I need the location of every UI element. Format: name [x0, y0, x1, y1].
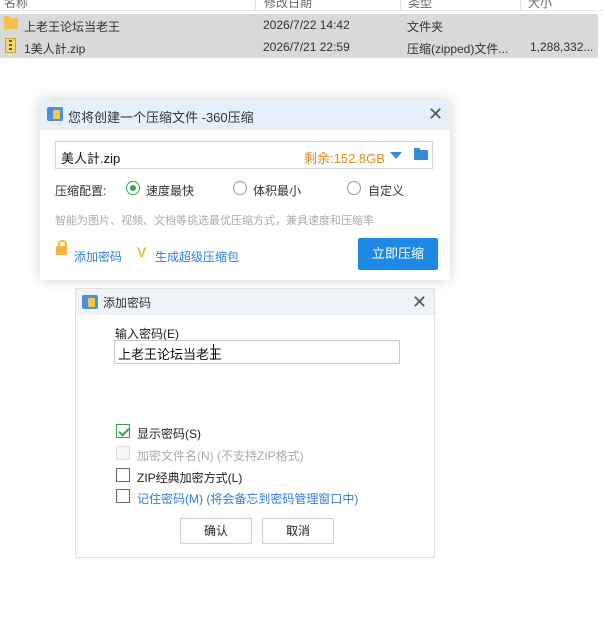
dropdown-arrow-icon[interactable]	[390, 152, 402, 159]
remaining-space: 剩余:152.8GB	[304, 151, 385, 166]
dialog-titlebar[interactable]: 您将创建一个压缩文件 -360压缩 ✕	[40, 100, 450, 130]
add-password-link[interactable]: 添加密码	[74, 248, 122, 265]
360-compress-app-icon	[47, 107, 63, 121]
password-input[interactable]: 上老王论坛当老王	[114, 340, 400, 364]
radio-smallest-label[interactable]: 体积最小	[253, 182, 301, 199]
dialog-titlebar[interactable]: 添加密码 ✕	[76, 289, 434, 315]
close-icon[interactable]: ✕	[428, 105, 443, 123]
ok-button[interactable]: 确认	[180, 518, 252, 544]
dialog-title: 您将创建一个压缩文件 -360压缩	[68, 110, 254, 125]
cancel-button[interactable]: 取消	[262, 518, 334, 544]
remember-password-checkbox[interactable]	[116, 489, 130, 503]
column-header-type[interactable]: 类型	[408, 0, 432, 10]
file-date: 2026/7/22 14:42	[263, 18, 350, 32]
compress-dialog: 您将创建一个压缩文件 -360压缩 ✕ 美人計.zip 剩余:152.8GB 压…	[40, 100, 450, 280]
radio-custom[interactable]	[347, 181, 361, 195]
zip-classic-encryption-checkbox[interactable]	[116, 468, 130, 482]
zip-file-icon	[5, 38, 16, 53]
file-name: 上老王论坛当老王	[24, 20, 121, 34]
file-date: 2026/7/21 22:59	[263, 40, 350, 54]
file-type: 文件夹	[407, 20, 444, 34]
archive-filename[interactable]: 美人計.zip	[61, 148, 120, 167]
column-header-name[interactable]: 名称	[4, 0, 28, 10]
lock-icon	[56, 240, 67, 255]
encrypt-filename-checkbox	[116, 446, 130, 460]
show-password-label[interactable]: 显示密码(S)	[137, 425, 201, 442]
zip-classic-encryption-label[interactable]: ZIP经典加密方式(L)	[137, 469, 242, 486]
close-icon[interactable]: ✕	[412, 293, 427, 311]
text-caret	[213, 344, 214, 360]
file-row-folder[interactable]: 上老王论坛当老王 2026/7/22 14:42 文件夹	[0, 14, 598, 36]
radio-fastest[interactable]	[126, 181, 140, 195]
column-separator[interactable]	[520, 0, 521, 10]
file-name: 1美人計.zip	[24, 42, 86, 56]
column-header-date[interactable]: 修改日期	[264, 0, 312, 10]
vip-v-icon: V	[137, 244, 147, 260]
encrypt-filename-label: 加密文件名(N) (不支持ZIP格式)	[137, 449, 304, 463]
file-list-header: 名称 修改日期 类型 大小	[0, 0, 604, 11]
compress-now-button[interactable]: 立即压缩	[358, 238, 438, 270]
remember-password-label[interactable]: 记住密码(M) (将会备忘到密码管理窗口中)	[137, 490, 358, 507]
add-password-dialog: 添加密码 ✕ 输入密码(E) 上老王论坛当老王 显示密码(S) 加密文件名(N)…	[75, 288, 435, 558]
folder-icon	[4, 16, 18, 29]
radio-fastest-label[interactable]: 速度最快	[146, 182, 194, 199]
radio-smallest[interactable]	[233, 181, 247, 195]
dialog-title: 添加密码	[103, 296, 152, 310]
archive-filename-field[interactable]: 美人計.zip 剩余:152.8GB	[55, 141, 433, 169]
radio-custom-label[interactable]: 自定义	[368, 182, 404, 199]
compress-hint: 智能为图片、视频、文档等挑选最优压缩方式，兼具速度和压缩率	[55, 215, 374, 227]
compress-config-label: 压缩配置:	[55, 184, 107, 198]
super-package-link[interactable]: 生成超级压缩包	[155, 248, 239, 265]
browse-folder-icon[interactable]	[414, 148, 428, 160]
column-separator[interactable]	[400, 0, 401, 10]
column-header-size[interactable]: 大小	[528, 0, 552, 10]
360-compress-app-icon	[82, 295, 98, 309]
file-type: 压缩(zipped)文件...	[407, 42, 509, 56]
password-value[interactable]: 上老王论坛当老王	[118, 344, 222, 363]
file-row-zip[interactable]: 1美人計.zip 2026/7/21 22:59 压缩(zipped)文件...…	[0, 36, 598, 58]
file-size: 1,288,332...	[530, 40, 594, 54]
file-list: 名称 修改日期 类型 大小 上老王论坛当老王 2026/7/22 14:42 文…	[0, 0, 604, 60]
show-password-checkbox[interactable]	[116, 424, 130, 438]
column-separator[interactable]	[255, 0, 256, 10]
